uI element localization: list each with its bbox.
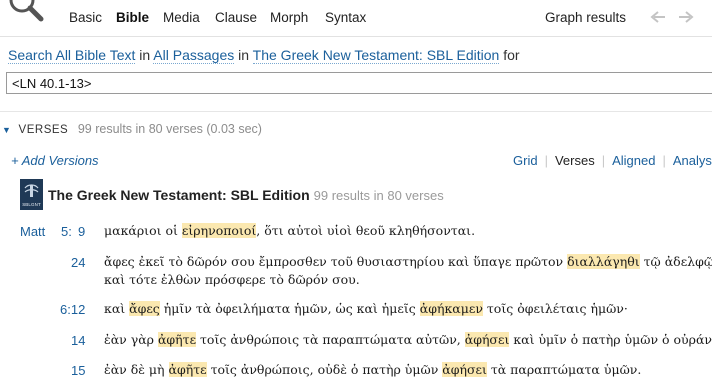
verse-text: ἐὰν δὲ μὴ ἀφῆτε τοῖς ἀνθρώποις, οὐδὲ ὁ π… xyxy=(104,361,641,379)
search-hit[interactable]: ἀφῆτε xyxy=(157,332,197,347)
search-hit[interactable]: ἄφες xyxy=(129,301,160,316)
verse-text: καὶ ἄφες ἡμῖν τὰ ὀφειλήματα ἡμῶν, ὡς καὶ… xyxy=(104,300,628,318)
verse-ref-number[interactable]: 24 xyxy=(71,255,85,270)
view-tab-aligned[interactable]: Aligned xyxy=(612,153,655,168)
search-hit[interactable]: ἀφῆτε xyxy=(168,362,207,377)
book-icon-caption: SBLGNT xyxy=(22,202,41,207)
verse-ref-number[interactable]: 9 xyxy=(78,224,85,239)
verse-line: μακάριοι οἱ εἰρηνοποιοί, ὅτι αὐτοὶ υἱοὶ … xyxy=(104,223,476,238)
verse-ref-chapter[interactable]: 5: xyxy=(61,224,72,239)
book-cover-icon[interactable]: SBLGNT xyxy=(20,179,43,210)
search-hit[interactable]: ἀφήκαμεν xyxy=(419,301,483,316)
tab-syntax[interactable]: Syntax xyxy=(325,10,366,25)
section-divider xyxy=(0,111,712,112)
search-hit[interactable]: εἰρηνοποιοί xyxy=(181,223,257,238)
scope-connector-for: for xyxy=(503,47,520,63)
view-tab-separator: | xyxy=(544,153,548,168)
graph-results-button[interactable]: Graph results xyxy=(545,10,626,25)
magnifier-icon[interactable] xyxy=(8,0,46,24)
book-title[interactable]: The Greek New Testament: SBL Edition 99 r… xyxy=(48,187,444,203)
add-versions-link[interactable]: + Add Versions xyxy=(11,153,99,168)
search-type-dropdown[interactable]: Search All Bible Text xyxy=(8,47,136,64)
view-tab-verses[interactable]: Verses xyxy=(555,153,595,168)
tab-morph[interactable]: Morph xyxy=(270,10,308,25)
version-dropdown[interactable]: The Greek New Testament: SBL Edition xyxy=(252,47,500,64)
book-title-text: The Greek New Testament: SBL Edition xyxy=(48,187,310,203)
scope-connector-in: in xyxy=(139,47,151,63)
verse-text: ἐὰν γὰρ ἀφῆτε τοῖς ἀνθρώποις τὰ παραπτώμ… xyxy=(104,331,712,349)
book-results-summary: 99 results in 80 verses xyxy=(313,188,444,203)
search-hit[interactable]: διαλλάγηθι xyxy=(567,254,640,269)
results-summary: 99 results in 80 verses (0.03 sec) xyxy=(77,122,262,136)
verses-label: VERSES xyxy=(18,124,69,136)
verse-text: μακάριοι οἱ εἰρηνοποιοί, ὅτι αὐτοὶ υἱοὶ … xyxy=(104,222,475,240)
verse-ref-number[interactable]: 15 xyxy=(71,363,85,378)
view-tab-separator: | xyxy=(662,153,666,168)
verse-line: καὶ τότε ἐλθὼν πρόσφερε τὸ δῶρόν σου. xyxy=(104,272,360,287)
search-scope-row: Search All Bible Text in All Passages in… xyxy=(8,47,520,64)
search-query-input[interactable] xyxy=(6,72,712,94)
tab-media[interactable]: Media xyxy=(163,10,200,25)
verse-line: καὶ ἄφες ἡμῖν τὰ ὀφειλήματα ἡμῶν, ὡς καὶ… xyxy=(104,301,628,316)
verses-section-header[interactable]: ▼ VERSES 99 results in 80 verses (0.03 s… xyxy=(2,121,262,136)
triangle-down-icon[interactable]: ▼ xyxy=(2,125,11,135)
verse-ref-number[interactable]: 14 xyxy=(71,333,85,348)
scope-connector-in-2: in xyxy=(238,47,250,63)
arrow-left-icon[interactable] xyxy=(650,11,666,23)
verse-line: ἐὰν γὰρ ἀφῆτε τοῖς ἀνθρώποις τὰ παραπτώμ… xyxy=(104,332,712,347)
view-tab-separator: | xyxy=(601,153,606,168)
view-tabs: Grid | Verses | Aligned | Analysis xyxy=(513,153,712,168)
verse-ref-number[interactable]: 6:12 xyxy=(60,302,85,317)
arrow-right-icon[interactable] xyxy=(678,11,694,23)
tab-clause[interactable]: Clause xyxy=(215,10,257,25)
verse-ref-book[interactable]: Matt xyxy=(20,224,45,239)
view-tab-analysis[interactable]: Analysis xyxy=(673,153,712,168)
tab-basic[interactable]: Basic xyxy=(69,10,102,25)
search-hit[interactable]: ἀφήσει xyxy=(464,332,510,347)
verse-text: ἄφες ἐκεῖ τὸ δῶρόν σου ἔμπροσθεν τοῦ θυσ… xyxy=(104,253,712,289)
search-toolbar: Basic Bible Media Clause Morph Syntax Gr… xyxy=(0,0,712,37)
passages-dropdown[interactable]: All Passages xyxy=(153,47,235,64)
verse-line: ἐὰν δὲ μὴ ἀφῆτε τοῖς ἀνθρώποις, οὐδὲ ὁ π… xyxy=(104,362,642,377)
tab-bible[interactable]: Bible xyxy=(116,10,149,25)
verse-line: ἄφες ἐκεῖ τὸ δῶρόν σου ἔμπροσθεν τοῦ θυσ… xyxy=(104,254,712,269)
search-hit[interactable]: ἀφήσει xyxy=(442,362,487,377)
view-tab-grid[interactable]: Grid xyxy=(513,153,538,168)
